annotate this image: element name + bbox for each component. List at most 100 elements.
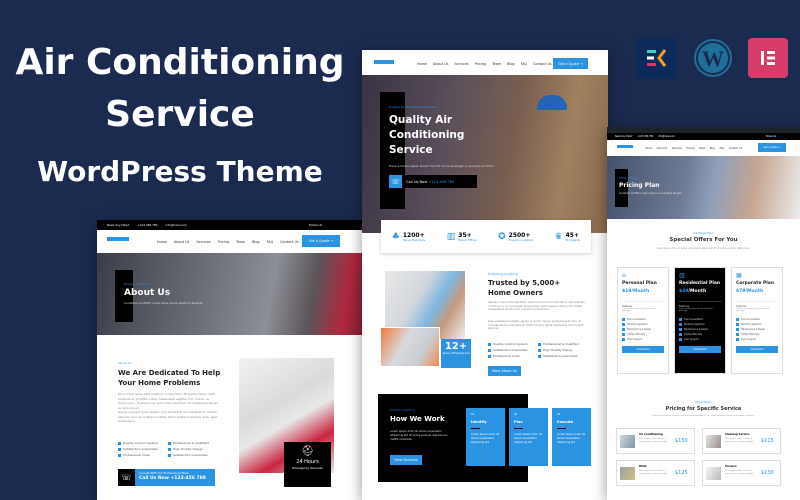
service-price-item: Air Conditioning Duis sapien nibh, ultri…: [616, 428, 695, 454]
service-text: Duis sapien nibh, ultrices a aliquam non…: [639, 470, 668, 475]
service-text: Duis sapien nibh, ultrices a aliquam non…: [639, 438, 668, 443]
nav-about[interactable]: About Us: [657, 147, 668, 150]
nav-pricing[interactable]: Pricing: [218, 240, 229, 244]
stat-item: ▥ 35+ Branch Offices: [447, 232, 477, 242]
step-text: Lorem ipsum dolor sit amet consectetur a…: [514, 433, 543, 444]
service-name: HVAC: [639, 465, 647, 468]
get-started-button[interactable]: Get Started: [679, 346, 721, 353]
features-sub: The benefits you will get with this pack…: [679, 308, 713, 312]
service-price: $125: [675, 470, 688, 476]
nav-team[interactable]: Team: [236, 240, 245, 244]
nav-team[interactable]: Team: [699, 147, 705, 150]
site-logo[interactable]: [617, 145, 633, 148]
nav-services[interactable]: Services: [454, 62, 468, 66]
get-started-button[interactable]: Get Started: [736, 346, 778, 353]
plan-feature: 24x7 Support: [627, 338, 642, 341]
plan-period: /Month: [631, 289, 650, 294]
customers-icon: ♣: [391, 231, 400, 242]
hero-eyebrow: Trusted Air Conditioning Service: [389, 105, 438, 109]
nav-about[interactable]: About Us: [174, 240, 189, 244]
breadcrumb[interactable]: Home • Pricing: [619, 177, 637, 180]
plan-card-featured: ▥ Residential Plan $49/Month Features Th…: [674, 267, 726, 374]
page-title: Pricing Plan: [619, 182, 660, 189]
feature: Professional Crew: [123, 453, 150, 457]
topbar-email[interactable]: info@here.com: [658, 135, 675, 138]
get-quote-button[interactable]: Get a Quote →: [758, 143, 786, 152]
offers-eyebrow: Our Special Plans: [693, 232, 714, 235]
step-title: Execute: [557, 420, 574, 424]
nav-blog[interactable]: Blog: [252, 240, 260, 244]
wordpress-icon: W: [693, 38, 733, 78]
plan-card: ⌂ Personal Plan $19/Month Features The b…: [617, 267, 669, 374]
feature: Satisfaction Guarantee: [543, 354, 578, 358]
topbar-help: Need Any Help?: [615, 135, 633, 138]
call-us-banner[interactable]: ☏ Consult With Our Professional Team Cal…: [118, 469, 215, 486]
nav-contact[interactable]: Contact Us: [533, 62, 552, 66]
get-quote-button[interactable]: Get a Quote →: [553, 58, 588, 69]
breadcrumb[interactable]: Home • About Us: [124, 282, 150, 286]
step-text: Lorem ipsum dolor sit amet consectetur a…: [471, 433, 500, 444]
check-icon: [538, 348, 541, 352]
get-quote-button[interactable]: Get a Quote →: [302, 235, 340, 247]
nav-services[interactable]: Services: [196, 240, 210, 244]
nav-contact[interactable]: Contact Us: [729, 147, 742, 150]
emergency-badge: ⛑ 24 Hours Emergency Services: [284, 442, 331, 487]
nav-pricing[interactable]: Pricing: [475, 62, 486, 66]
about-page-mockup: Need Any Help? +123 456 789 info@here.co…: [97, 220, 362, 500]
stat-value: 35+: [458, 231, 472, 239]
nav-about[interactable]: About Us: [433, 62, 448, 66]
stat-label: Branch Offices: [458, 238, 477, 242]
more-about-us-button[interactable]: More About Us: [488, 366, 521, 376]
nav-faq[interactable]: FAQ: [521, 62, 528, 66]
plan-feature: 24/day Warranty: [741, 333, 760, 336]
step-text: Lorem ipsum dolor sit amet consectetur a…: [557, 433, 586, 444]
plan-feature: 24/day Warranty: [684, 333, 703, 336]
plan-feature: 24x7 Support: [741, 338, 756, 341]
nav-home[interactable]: Home: [645, 147, 652, 150]
step-number: 03: [557, 413, 561, 416]
service-image: [620, 467, 635, 480]
service-price: $115: [761, 438, 774, 444]
stats-bar: ♣ 1200+ Happy Customers ▥ 35+ Branch Offices…: [381, 220, 591, 253]
stat-value: 45+: [565, 231, 580, 239]
nav-team[interactable]: Team: [492, 62, 501, 66]
topbar-phone[interactable]: +123 456 789: [637, 135, 653, 138]
get-started-button[interactable]: Get Started: [622, 346, 664, 353]
technician-icon: ⛑: [301, 446, 314, 457]
page-subtitle: Curabitur porttitor nulla vitae purus el…: [619, 192, 683, 195]
plan-feature: Monthly Inspection: [684, 323, 705, 326]
feature: Quality Control System: [493, 342, 528, 346]
site-logo[interactable]: [374, 60, 394, 64]
step-number: 01: [471, 413, 475, 416]
home-icon: ⌂: [622, 272, 626, 279]
hero-call-button[interactable]: ☏ Call Us Now +123 456 789: [389, 175, 477, 188]
office-icon: ▦: [736, 272, 742, 279]
topbar-phone[interactable]: +123 456 789: [137, 223, 157, 227]
nav-blog[interactable]: Blog: [507, 62, 515, 66]
nav-contact[interactable]: Contact Us: [280, 240, 299, 244]
stat-label: Projects Completed: [508, 238, 533, 242]
topbar-email[interactable]: info@here.com: [165, 223, 186, 227]
site-logo[interactable]: [107, 237, 129, 241]
nav-home[interactable]: Home: [157, 240, 167, 244]
nav-pricing[interactable]: Pricing: [686, 147, 694, 150]
home-page-mockup: Home About Us Services Pricing Team Blog…: [362, 50, 608, 500]
nav-services[interactable]: Services: [672, 147, 682, 150]
service-name: Cleaning Service: [725, 433, 750, 436]
nav-home[interactable]: Home: [417, 62, 427, 66]
nav-faq[interactable]: FAQ: [267, 240, 274, 244]
nav-blog[interactable]: Blog: [710, 147, 715, 150]
plan-period: /Month: [688, 289, 707, 294]
view-services-button[interactable]: View Services: [390, 455, 422, 465]
about-paragraph-2: Donec suscipit dolor sapien, non hendrer…: [118, 410, 218, 423]
call-number: +123 456 789: [428, 179, 455, 184]
service-image: [620, 435, 635, 448]
nav-faq[interactable]: FAQ: [720, 147, 725, 150]
check-icon: [168, 447, 171, 451]
plan-feature: Maintenance & Repair: [741, 328, 766, 331]
page-title: About Us: [124, 288, 171, 298]
feature: Professional & Qualified: [543, 342, 579, 346]
trophy-icon: ♛: [554, 231, 563, 242]
headline-line1: Air Conditioning: [15, 42, 345, 83]
service-eyebrow: Pricing Service: [695, 401, 712, 404]
